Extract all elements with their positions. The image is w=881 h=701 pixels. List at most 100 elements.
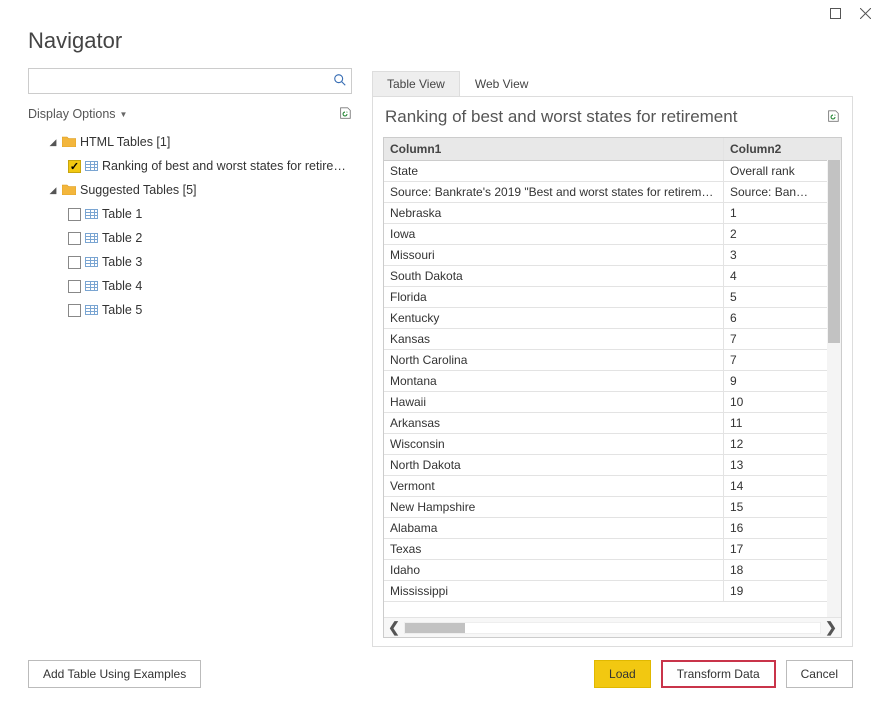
table-row[interactable]: Missouri3 [384, 245, 841, 266]
collapse-icon[interactable]: ◢ [48, 137, 58, 148]
table-cell: Hawaii [384, 392, 724, 412]
tree-item-label: Table 3 [102, 255, 142, 269]
table-cell: 7 [724, 329, 820, 349]
tab-web-view[interactable]: Web View [460, 71, 544, 96]
load-button[interactable]: Load [594, 660, 651, 688]
tree-group-html-tables[interactable]: ◢ HTML Tables [1] [28, 130, 352, 154]
folder-icon [62, 135, 76, 150]
cancel-button[interactable]: Cancel [786, 660, 853, 688]
checkbox[interactable] [68, 280, 81, 293]
table-cell: 16 [724, 518, 820, 538]
table-row[interactable]: Wisconsin12 [384, 434, 841, 455]
vertical-scrollbar[interactable] [827, 160, 841, 617]
table-row[interactable]: Iowa2 [384, 224, 841, 245]
search-input[interactable] [33, 70, 333, 92]
table-row[interactable]: Florida5 [384, 287, 841, 308]
horizontal-scroll-thumb[interactable] [405, 623, 465, 633]
dialog-title: Navigator [0, 26, 881, 68]
table-cell: 14 [724, 476, 820, 496]
tree-item-table-5[interactable]: Table 5 [28, 298, 352, 322]
add-column-icon[interactable] [826, 109, 840, 126]
table-icon [85, 161, 98, 171]
collapse-icon[interactable]: ◢ [48, 185, 58, 196]
table-cell: 19 [724, 581, 820, 601]
table-cell: Montana [384, 371, 724, 391]
transform-data-button[interactable]: Transform Data [661, 660, 776, 688]
preview-table: Column1 Column2 StateOverall rankSource:… [383, 137, 842, 638]
vertical-scroll-thumb[interactable] [828, 160, 840, 343]
table-row[interactable]: New Hampshire15 [384, 497, 841, 518]
close-button[interactable] [857, 5, 873, 21]
add-table-using-examples-button[interactable]: Add Table Using Examples [28, 660, 201, 688]
tree-item-label: Table 1 [102, 207, 142, 221]
table-row[interactable]: StateOverall rank [384, 161, 841, 182]
table-row[interactable]: Hawaii10 [384, 392, 841, 413]
table-cell: 7 [724, 350, 820, 370]
table-row[interactable]: North Carolina7 [384, 350, 841, 371]
tree-group-label: Suggested Tables [5] [80, 183, 197, 197]
table-row[interactable]: Arkansas11 [384, 413, 841, 434]
tree-item-table-1[interactable]: Table 1 [28, 202, 352, 226]
table-row[interactable]: Idaho18 [384, 560, 841, 581]
table-row[interactable]: Vermont14 [384, 476, 841, 497]
table-row[interactable]: North Dakota13 [384, 455, 841, 476]
table-cell: 17 [724, 539, 820, 559]
preview-title: Ranking of best and worst states for ret… [385, 107, 737, 127]
table-cell: Arkansas [384, 413, 724, 433]
checkbox[interactable] [68, 304, 81, 317]
table-cell: New Hampshire [384, 497, 724, 517]
scroll-left-icon[interactable]: ❮ [384, 619, 404, 636]
table-row[interactable]: Kansas7 [384, 329, 841, 350]
tree-group-label: HTML Tables [1] [80, 135, 170, 149]
refresh-icon[interactable] [338, 106, 352, 123]
table-cell: State [384, 161, 724, 181]
preview-pane: Ranking of best and worst states for ret… [372, 96, 853, 647]
table-row[interactable]: Kentucky6 [384, 308, 841, 329]
table-cell: South Dakota [384, 266, 724, 286]
tree-item-ranking[interactable]: ✓ Ranking of best and worst states for r… [28, 154, 352, 178]
search-box[interactable] [28, 68, 352, 94]
table-cell: 2 [724, 224, 820, 244]
table-row[interactable]: Texas17 [384, 539, 841, 560]
search-icon[interactable] [333, 73, 347, 90]
table-header-row: Column1 Column2 [384, 138, 841, 161]
checkbox[interactable] [68, 232, 81, 245]
horizontal-scrollbar[interactable]: ❮ ❯ [384, 617, 841, 637]
table-row[interactable]: Nebraska1 [384, 203, 841, 224]
table-row[interactable]: South Dakota4 [384, 266, 841, 287]
tab-table-view[interactable]: Table View [372, 71, 460, 96]
table-cell: Wisconsin [384, 434, 724, 454]
table-row[interactable]: Montana9 [384, 371, 841, 392]
tree-item-table-3[interactable]: Table 3 [28, 250, 352, 274]
column-header-2[interactable]: Column2 [724, 138, 820, 160]
table-cell: 6 [724, 308, 820, 328]
table-cell: North Carolina [384, 350, 724, 370]
table-row[interactable]: Alabama16 [384, 518, 841, 539]
scroll-right-icon[interactable]: ❯ [821, 619, 841, 636]
tree-item-label: Table 4 [102, 279, 142, 293]
table-row[interactable]: Source: Bankrate's 2019 "Best and worst … [384, 182, 841, 203]
tree-item-table-2[interactable]: Table 2 [28, 226, 352, 250]
tree-group-suggested-tables[interactable]: ◢ Suggested Tables [5] [28, 178, 352, 202]
table-icon [85, 281, 98, 291]
checkbox[interactable] [68, 208, 81, 221]
table-cell: Texas [384, 539, 724, 559]
table-icon [85, 233, 98, 243]
display-options-dropdown[interactable]: Display Options ▼ [28, 107, 127, 121]
table-cell: Overall rank [724, 161, 820, 181]
checkbox[interactable] [68, 256, 81, 269]
table-cell: 3 [724, 245, 820, 265]
table-cell: Iowa [384, 224, 724, 244]
maximize-button[interactable] [827, 5, 843, 21]
tree-item-table-4[interactable]: Table 4 [28, 274, 352, 298]
table-row[interactable]: Mississippi19 [384, 581, 841, 602]
table-cell: 10 [724, 392, 820, 412]
checkbox-checked[interactable]: ✓ [68, 160, 81, 173]
column-header-1[interactable]: Column1 [384, 138, 724, 160]
table-cell: 4 [724, 266, 820, 286]
table-cell: Nebraska [384, 203, 724, 223]
table-icon [85, 209, 98, 219]
table-cell: 18 [724, 560, 820, 580]
table-cell: 1 [724, 203, 820, 223]
table-cell: Missouri [384, 245, 724, 265]
